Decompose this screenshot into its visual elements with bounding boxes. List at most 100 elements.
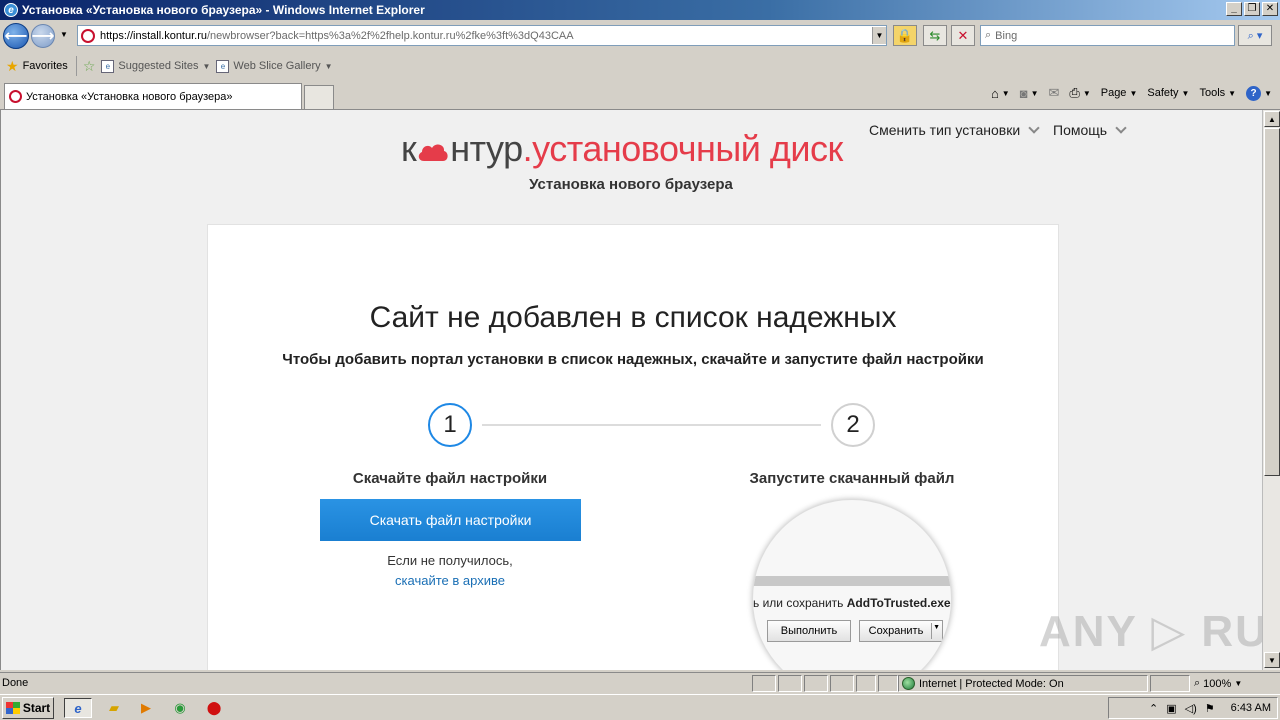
chevron-down-icon: ▼ [1030,88,1039,98]
forward-button[interactable]: ⟶ [31,24,55,48]
windows-logo-icon [5,702,20,714]
search-icon: ⌕ [985,29,992,41]
url-path: /newbrowser?back=https%3a%2f%2fhelp.kont… [207,29,574,42]
print-button[interactable]: ⎙ ▼ [1069,85,1090,101]
search-input[interactable]: ⌕ Bing [980,25,1235,46]
address-dropdown-button[interactable]: ▼ [872,27,886,44]
taskbar-explorer-button[interactable]: ▰ [100,698,128,718]
status-text: Done [2,677,29,689]
tray-expand-icon[interactable]: ⌃ [1149,702,1158,715]
security-lock-button[interactable]: 🔒 [893,25,917,46]
system-tray: ⌃ ▣ ◁) ⚑ 6:43 AM [1108,697,1278,719]
anyrun-watermark: ANY ▷ RUN [1039,607,1262,656]
chevron-down-icon: ▼ [1129,88,1138,98]
illustration-run-button: Выполнить [767,620,851,642]
illustration-save-button: Сохранить ▼ [859,620,943,642]
kontur-logo[interactable]: к нтур.установочный диск [401,128,843,170]
recent-pages-dropdown[interactable]: ▼ [60,30,68,39]
volume-icon[interactable]: ◁) [1185,702,1197,715]
address-bar[interactable]: https://install.kontur.ru/newbrowser?bac… [77,25,887,46]
window-title-bar[interactable]: e Установка «Установка нового браузера» … [0,0,1280,20]
favorites-star-icon: ★ [6,57,19,74]
start-label: Start [22,701,51,715]
web-slice-gallery-button[interactable]: e Web Slice Gallery ▼ [216,59,333,73]
forward-arrow-icon: ⟶ [31,28,55,45]
network-icon[interactable]: ▣ [1166,702,1176,715]
illustration-filename: AddToTrusted.exe [846,596,951,610]
back-button[interactable]: ⟵ [3,23,29,49]
opera-icon: ⬤ [206,700,222,715]
zoom-icon: ⌕ [1194,677,1201,689]
magnifier-icon: ⌕ ▾ [1247,29,1263,42]
scroll-thumb[interactable] [1264,128,1280,476]
tools-menu-label: Tools [1199,87,1226,99]
tools-menu[interactable]: Tools ▼ [1199,87,1236,99]
page-title: Сайт не добавлен в список надежных [369,301,897,334]
add-to-favorites-bar-button[interactable]: ☆ [83,58,96,75]
help-menu[interactable]: ? ▼ [1246,85,1272,101]
protected-mode-segment[interactable] [1150,675,1190,692]
new-tab-button[interactable] [304,85,334,109]
minimize-button[interactable]: _ [1226,2,1242,16]
logo-text-ntur: нтур [450,128,523,169]
scroll-down-button[interactable]: ▼ [1264,652,1280,668]
vertical-scrollbar[interactable]: ▲ ▼ [1262,110,1280,670]
logo-text-k: к [401,128,417,169]
status-segment [856,675,876,692]
favorites-button[interactable]: ★ Favorites [6,58,68,75]
favorites-label: Favorites [22,60,68,72]
taskbar-chrome-button[interactable]: ◉ [166,698,194,718]
add-favorite-icon: ☆ [82,57,96,74]
taskbar-opera-button[interactable]: ⬤ [200,698,228,718]
scroll-up-button[interactable]: ▲ [1264,111,1280,127]
home-button[interactable]: ⌂ ▼ [991,86,1010,101]
folder-icon: ▰ [109,700,119,715]
clock[interactable]: 6:43 AM [1231,702,1271,714]
change-install-type-menu[interactable]: Сменить тип установки [869,121,1040,138]
status-segment [752,675,776,692]
back-arrow-icon: ⟵ [4,28,28,45]
chevron-down-icon: ▼ [324,61,333,71]
rss-icon: ◙ [1019,85,1028,101]
restore-button[interactable]: ❐ [1244,2,1260,16]
read-mail-button[interactable]: ✉ [1049,85,1060,101]
illustration-run-label: Выполнить [780,625,838,637]
download-archive-link[interactable]: скачайте в архиве [300,573,600,588]
chevron-down-icon [1028,121,1040,134]
web-slice-gallery-label: Web Slice Gallery [233,60,321,72]
mail-icon: ✉ [1048,85,1060,100]
security-zone[interactable]: Internet | Protected Mode: On [902,677,1064,690]
start-button[interactable]: Start [2,697,54,719]
search-button[interactable]: ⌕ ▾ [1238,25,1272,46]
refresh-button[interactable]: ⇆ [923,25,947,46]
status-segment [830,675,854,692]
step-connector [482,424,821,426]
illustration-text: ь или сохранить AddToTrusted.exe [753,596,951,610]
tab-install[interactable]: Установка «Установка нового браузера» [4,83,302,109]
internet-explorer-icon: e [74,700,82,716]
zoom-level: 100% [1203,677,1232,690]
help-icon: ? [1246,85,1262,101]
chevron-down-icon: ▼ [1264,88,1272,98]
feeds-button[interactable]: ◙ ▼ [1020,86,1039,101]
page-icon: e [216,59,230,73]
home-icon: ⌂ [990,85,999,101]
stop-button[interactable]: ✕ [951,25,975,46]
chevron-down-icon: ▼ [1001,88,1010,98]
taskbar-media-player-button[interactable]: ▶ [132,698,160,718]
action-center-flag-icon[interactable]: ⚑ [1205,702,1215,715]
zoom-control[interactable]: ⌕ 100% ▼ [1194,677,1242,690]
close-window-button[interactable]: ✕ [1262,2,1278,16]
lock-icon: 🔒 [896,27,914,43]
page-menu[interactable]: Page ▼ [1101,87,1138,99]
taskbar-ie-button[interactable]: e [64,698,92,718]
download-setup-button[interactable]: Скачать файл настройки [320,499,581,541]
zone-text: Internet | Protected Mode: On [919,677,1064,690]
media-player-icon: ▶ [141,700,151,715]
url-host: https://install.kontur.ru [100,29,207,42]
suggested-sites-button[interactable]: e Suggested Sites ▼ [101,59,210,73]
safety-menu[interactable]: Safety ▼ [1147,87,1189,99]
suggested-sites-label: Suggested Sites [118,60,199,72]
illustration-save-label: Сохранить [868,625,924,637]
help-dropdown[interactable]: Помощь [1053,121,1127,138]
